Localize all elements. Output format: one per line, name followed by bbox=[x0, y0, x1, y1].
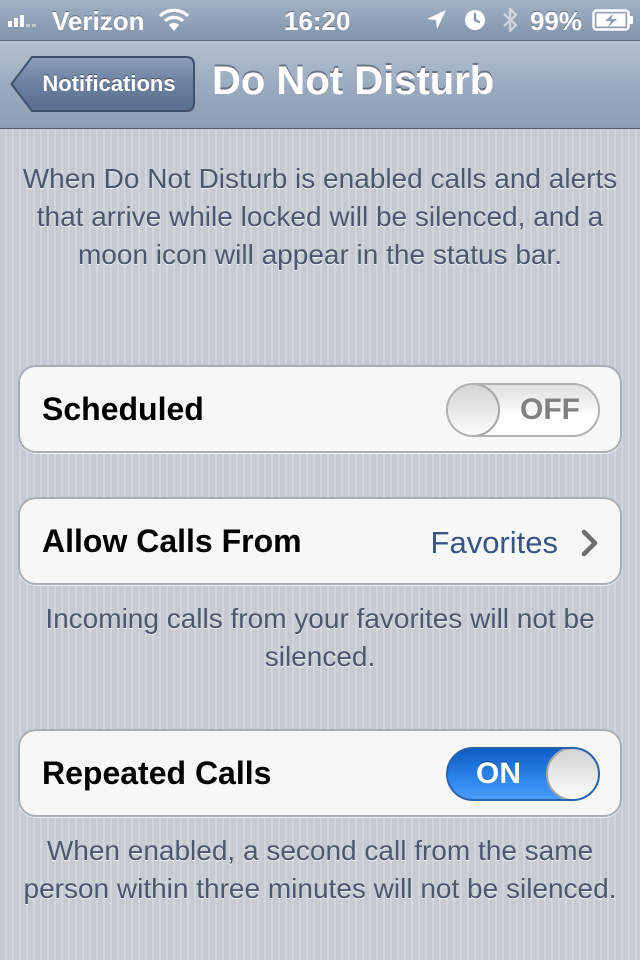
back-button[interactable]: Notifications bbox=[10, 55, 196, 113]
location-arrow-icon bbox=[427, 10, 446, 29]
allow-calls-from-label: Allow Calls From bbox=[42, 523, 302, 559]
allow-calls-footer: Incoming calls from your favorites will … bbox=[45, 603, 595, 672]
alarm-clock-icon bbox=[465, 10, 485, 30]
scheduled-cell: Scheduled OFF bbox=[18, 365, 622, 453]
scheduled-label: Scheduled bbox=[42, 391, 204, 427]
repeated-calls-toggle-state: ON bbox=[476, 757, 521, 790]
allow-calls-from-value: Favorites bbox=[430, 525, 558, 560]
signal-icon bbox=[8, 11, 36, 27]
bluetooth-icon bbox=[503, 7, 518, 33]
scheduled-toggle[interactable]: OFF bbox=[446, 383, 600, 437]
scheduled-toggle-state: OFF bbox=[520, 393, 580, 426]
navigation-bar: Notifications Do Not Disturb bbox=[0, 41, 640, 129]
repeated-calls-footer: When enabled, a second call from the sam… bbox=[23, 835, 617, 904]
intro-description: When Do Not Disturb is enabled calls and… bbox=[22, 163, 618, 270]
repeated-calls-cell: Repeated Calls ON bbox=[18, 729, 622, 817]
battery-charging-icon bbox=[592, 9, 633, 31]
status-bar: Verizon 16:20 99% bbox=[0, 0, 640, 41]
wifi-icon bbox=[158, 8, 190, 31]
allow-calls-from-cell[interactable]: Allow Calls From Favorites bbox=[18, 497, 622, 585]
repeated-calls-toggle[interactable]: ON bbox=[446, 747, 600, 801]
repeated-calls-toggle-knob bbox=[546, 749, 598, 799]
carrier-name: Verizon bbox=[52, 6, 145, 36]
chevron-right-icon bbox=[581, 529, 598, 557]
page-title: Do Not Disturb bbox=[212, 59, 495, 103]
scheduled-toggle-knob bbox=[448, 385, 500, 435]
battery-percent: 99% bbox=[530, 6, 583, 36]
status-time: 16:20 bbox=[284, 6, 351, 36]
back-button-label: Notifications bbox=[42, 71, 176, 96]
repeated-calls-label: Repeated Calls bbox=[42, 755, 272, 791]
